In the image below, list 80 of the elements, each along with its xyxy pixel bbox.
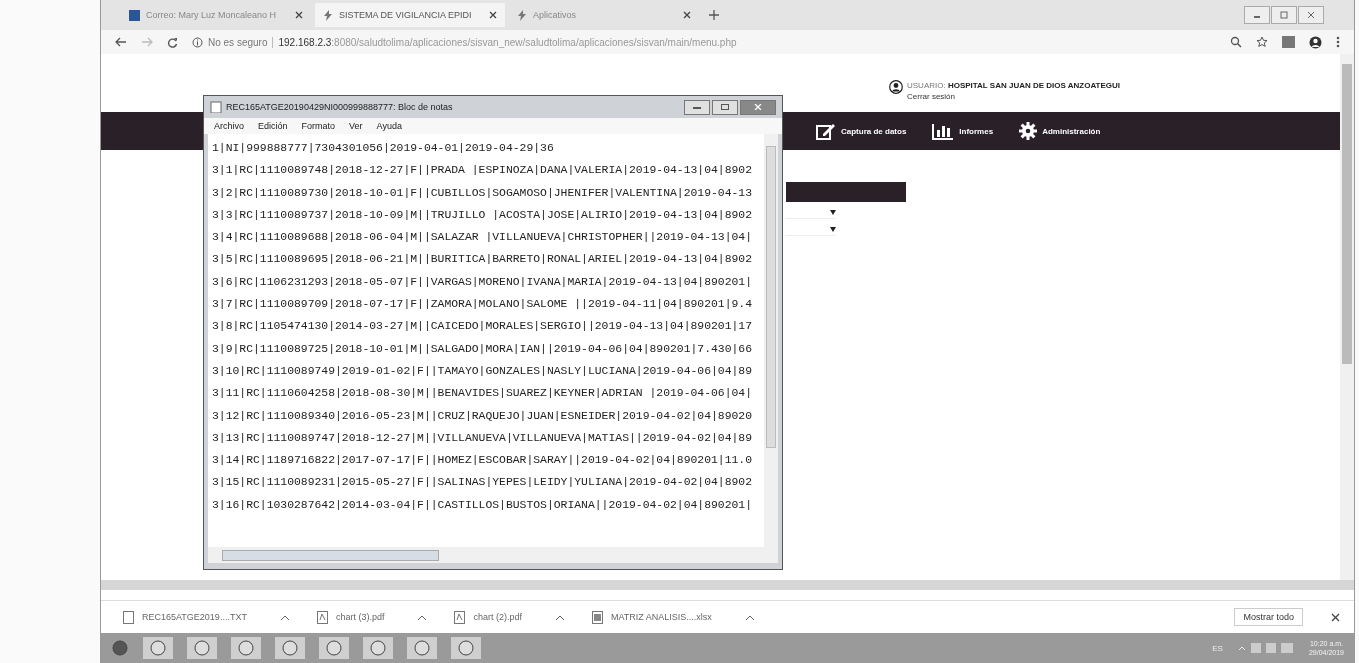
- pdf-file-icon: [454, 610, 466, 624]
- scrollbar[interactable]: [208, 547, 778, 563]
- text-line: 3|9|RC|1110089725|2018-10-01|M||SALGADO|MORA|IAN||2019-04-06|04|890201|7.430|66: [212, 341, 753, 357]
- text-line: 3|5|RC|1110089695|2018-06-21|M||BURITICA|BARRETO|RONAL|ARIEL|2019-04-13|04|8902: [212, 252, 753, 268]
- text-line: 1|NI|999888777|7304301056|2019-04-01|2019-04-29|36: [212, 141, 555, 156]
- nav-link[interactable]: Captura de datos: [816, 122, 907, 140]
- settings-icon: [1019, 122, 1038, 140]
- menu-item[interactable]: Archivo: [214, 121, 244, 131]
- maximize-icon[interactable]: [712, 99, 738, 115]
- taskbar-app-icon[interactable]: [187, 637, 217, 659]
- pdf-file-icon: [316, 610, 328, 624]
- zoom-icon[interactable]: [1230, 36, 1242, 48]
- close-icon[interactable]: [1298, 6, 1324, 24]
- bolt-icon: [517, 9, 527, 21]
- menu-item[interactable]: Edición: [258, 121, 288, 131]
- text-line: 3|13|RC|1110089747|2018-12-27|M||VILLANUEVA|VILLANUEVA|MATIAS||2019-04-02|04|89: [212, 430, 753, 446]
- text-line: 3|15|RC|1110089231|2015-05-27|F||SALINAS|YEPES|LEIDY|YULIANA|2019-04-02|04|8902: [212, 475, 753, 491]
- text-line: 3|7|RC|1110089709|2018-07-17|F||ZAMORA|MOLANO|SALOME ||2019-04-11|04|890201|9.4: [212, 297, 753, 313]
- user-icon: [889, 80, 903, 94]
- taskbar-app-icon[interactable]: [363, 637, 393, 659]
- bar-chart-icon: [932, 122, 955, 140]
- download-item[interactable]: chart (2).pdf: [454, 610, 564, 624]
- minimize-icon[interactable]: [684, 99, 710, 115]
- menu-item[interactable]: Ayuda: [376, 121, 402, 131]
- text-line: 3|16|RC|1030287642|2014-03-04|F||CASTILLOS|BUSTOS|ORIANA||2019-04-02|04|890201|: [212, 497, 753, 513]
- close-icon[interactable]: [489, 11, 497, 19]
- chevron-up-icon: [280, 614, 289, 620]
- chevron-up-icon: [555, 614, 564, 620]
- star-icon[interactable]: [1256, 36, 1268, 48]
- chevron-up-icon: [418, 614, 427, 620]
- mail-icon: [129, 9, 140, 21]
- close-icon[interactable]: [295, 11, 303, 19]
- caret-icon: [830, 226, 836, 232]
- text-line: 3|4|RC|1110089688|2018-06-04|M||SALAZAR |VILLANUEVA|CHRISTOPHER||2019-04-13|04|: [212, 230, 753, 246]
- nav-link[interactable]: Informes: [932, 122, 994, 140]
- spreadsheet-file-icon: [591, 610, 603, 624]
- download-item[interactable]: MATRIZ ANALISIS....xlsx: [591, 610, 754, 624]
- taskbar-app-icon[interactable]: [143, 637, 173, 659]
- menu-item[interactable]: Ver: [349, 121, 363, 131]
- text-line: 3|10|RC|1110089749|2019-01-02|F||TAMAYO|GONZALES|NASLY|LUCIANA|2019-04-06|04|89: [212, 363, 753, 379]
- text-line: 3|11|RC|1110604258|2018-08-30|M||BENAVIDES|SUAREZ|KEYNER|ADRIAN |2019-04-06|04|: [212, 386, 753, 402]
- close-icon[interactable]: [683, 11, 691, 19]
- edit-icon: [816, 122, 836, 140]
- text-line: 3|12|RC|1110089340|2016-05-23|M||CRUZ|RAQUEJO|JUAN|ESNEIDER|2019-04-02|04|89020: [212, 408, 753, 424]
- caret-icon: [830, 209, 836, 215]
- scrollbar[interactable]: [764, 134, 778, 547]
- text-line: 3|8|RC|1105474130|2014-03-27|M||CAICEDO|MORALES|SERGIO||2019-04-13|04|890201|17: [212, 319, 753, 335]
- bolt-icon: [323, 9, 333, 21]
- scrollbar[interactable]: [1340, 54, 1354, 580]
- download-item[interactable]: chart (3).pdf: [316, 610, 427, 624]
- text-line: 3|3|RC|1110089737|2018-10-09|M||TRUJILLO |ACOSTA|JOSE|ALIRIO|2019-04-13|04|8902: [212, 207, 753, 223]
- taskbar-app-icon[interactable]: [231, 637, 261, 659]
- text-file-icon: [123, 610, 134, 624]
- reload-icon[interactable]: [167, 36, 178, 48]
- chevron-up-icon: [745, 614, 754, 620]
- menu-item[interactable]: Formato: [301, 121, 336, 131]
- text-line: 3|2|RC|1110089730|2018-10-01|F||CUBILLOS|SOGAMOSO|JHENIFER|VALENTINA|2019-04-13: [212, 185, 753, 201]
- start-button[interactable]: [111, 639, 129, 657]
- browser-tab[interactable]: SISTEMA DE VIGILANCIA EPIDI: [315, 3, 505, 27]
- text-line: 3|1|RC|1110089748|2018-12-27|F||PRADA |ESPINOZA|DANA|VALERIA|2019-04-13|04|8902: [212, 163, 753, 179]
- account-icon[interactable]: [1309, 35, 1322, 49]
- nav-link[interactable]: Administración: [1019, 122, 1101, 140]
- info-icon: [192, 36, 203, 48]
- scrollbar[interactable]: [101, 580, 1354, 590]
- text-line: 3|6|RC|1106231293|2018-05-07|F||VARGAS|MORENO|IVANA|MARIA|2019-04-13|04|890201|: [212, 274, 753, 290]
- menu-icon[interactable]: [1336, 36, 1340, 48]
- window-title: REC165ATGE20190429NI000999888777: Bloc de notas: [226, 102, 453, 112]
- close-icon[interactable]: [1331, 612, 1340, 622]
- minimize-icon[interactable]: [1244, 6, 1270, 24]
- text-line: 3|14|RC|1189716822|2017-07-17|F||HOMEZ|ESCOBAR|SARAY||2019-04-02|04|890201|11.0: [212, 453, 753, 469]
- taskbar-app-icon[interactable]: [275, 637, 305, 659]
- logout-link[interactable]: Cerrar sesión: [907, 92, 955, 101]
- download-item[interactable]: REC165ATGE2019....TXT: [123, 610, 289, 624]
- new-tab-icon[interactable]: [709, 10, 719, 20]
- taskbar-app-icon[interactable]: [407, 637, 437, 659]
- user-info-text: USUARIO: HOSPITAL SAN JUAN DE DIOS ANZOATEGUI Cerrar sesión: [907, 80, 1122, 102]
- taskbar-app-icon[interactable]: [319, 637, 349, 659]
- taskbar-app-icon[interactable]: [451, 637, 481, 659]
- back-icon[interactable]: [115, 37, 127, 47]
- show-all-button[interactable]: Mostrar todo: [1234, 608, 1303, 626]
